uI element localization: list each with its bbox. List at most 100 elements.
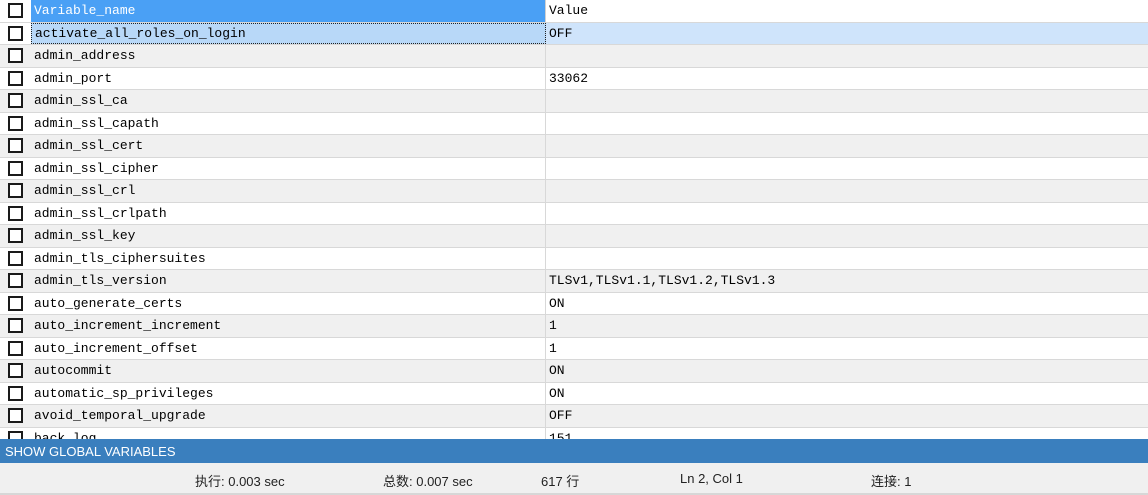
variable-value-cell[interactable]: ON bbox=[546, 360, 1148, 382]
variable-name-cell[interactable]: admin_ssl_cert bbox=[31, 135, 546, 157]
row-checkbox[interactable] bbox=[8, 273, 23, 289]
row-checkbox-cell[interactable] bbox=[0, 315, 31, 337]
row-checkbox[interactable] bbox=[8, 25, 23, 41]
row-checkbox[interactable] bbox=[8, 93, 23, 109]
row-checkbox-cell[interactable] bbox=[0, 360, 31, 382]
variable-name-cell[interactable]: admin_ssl_crl bbox=[31, 180, 546, 202]
row-checkbox[interactable] bbox=[8, 408, 23, 424]
row-checkbox-cell[interactable] bbox=[0, 158, 31, 180]
variable-value-cell[interactable]: 151 bbox=[546, 428, 1148, 439]
row-checkbox[interactable] bbox=[8, 160, 23, 176]
variable-value-cell[interactable]: 1 bbox=[546, 338, 1148, 360]
row-checkbox[interactable] bbox=[8, 115, 23, 131]
row-checkbox-cell[interactable] bbox=[0, 90, 31, 112]
row-checkbox-cell[interactable] bbox=[0, 383, 31, 405]
table-row[interactable]: avoid_temporal_upgrade OFF bbox=[0, 405, 1148, 428]
variable-value-cell[interactable]: ON bbox=[546, 383, 1148, 405]
row-checkbox[interactable] bbox=[8, 385, 23, 401]
row-checkbox-cell[interactable] bbox=[0, 113, 31, 135]
table-row[interactable]: admin_address bbox=[0, 45, 1148, 68]
row-checkbox[interactable] bbox=[8, 318, 23, 334]
table-row[interactable]: admin_ssl_crlpath bbox=[0, 202, 1148, 225]
variable-name-cell[interactable]: autocommit bbox=[31, 360, 546, 382]
column-header-value[interactable]: Value bbox=[546, 0, 1148, 22]
variable-name-cell[interactable]: activate_all_roles_on_login bbox=[31, 22, 546, 44]
table-row[interactable]: auto_generate_certs ON bbox=[0, 292, 1148, 315]
row-checkbox-cell[interactable] bbox=[0, 135, 31, 157]
row-checkbox[interactable] bbox=[8, 48, 23, 64]
variable-name-cell[interactable]: automatic_sp_privileges bbox=[31, 382, 546, 404]
variable-value-cell[interactable]: ON bbox=[546, 293, 1148, 315]
variable-name-cell[interactable]: admin_port bbox=[31, 67, 546, 89]
variable-value-cell[interactable] bbox=[546, 90, 1148, 112]
variable-name-cell[interactable]: auto_increment_offset bbox=[31, 337, 546, 359]
table-row[interactable]: auto_increment_offset 1 bbox=[0, 337, 1148, 360]
row-checkbox-cell[interactable] bbox=[0, 225, 31, 247]
row-checkbox[interactable] bbox=[8, 430, 23, 439]
row-checkbox[interactable] bbox=[8, 363, 23, 379]
row-checkbox-cell[interactable] bbox=[0, 68, 31, 90]
row-checkbox-cell[interactable] bbox=[0, 405, 31, 427]
table-row[interactable]: autocommit ON bbox=[0, 360, 1148, 383]
row-checkbox-cell[interactable] bbox=[0, 203, 31, 225]
row-checkbox[interactable] bbox=[8, 295, 23, 311]
table-row[interactable]: auto_increment_increment 1 bbox=[0, 315, 1148, 338]
row-checkbox[interactable] bbox=[8, 228, 23, 244]
variable-value-cell[interactable]: TLSv1,TLSv1.1,TLSv1.2,TLSv1.3 bbox=[546, 270, 1148, 292]
variable-name-cell[interactable]: auto_increment_increment bbox=[31, 315, 546, 337]
variable-value-cell[interactable] bbox=[546, 135, 1148, 157]
table-row[interactable]: admin_ssl_ca bbox=[0, 90, 1148, 113]
variable-name-cell[interactable]: admin_ssl_crlpath bbox=[31, 202, 546, 224]
select-all-checkbox-cell[interactable] bbox=[0, 0, 31, 22]
variable-value-cell[interactable]: 1 bbox=[546, 315, 1148, 337]
variable-value-cell[interactable]: OFF bbox=[546, 405, 1148, 427]
table-row[interactable]: admin_ssl_crl bbox=[0, 180, 1148, 203]
table-row[interactable]: automatic_sp_privileges ON bbox=[0, 382, 1148, 405]
variable-name-cell[interactable]: admin_ssl_capath bbox=[31, 112, 546, 134]
table-row[interactable]: admin_tls_version TLSv1,TLSv1.1,TLSv1.2,T… bbox=[0, 270, 1148, 293]
variable-value-cell[interactable]: OFF bbox=[546, 22, 1148, 44]
table-row[interactable]: admin_tls_ciphersuites bbox=[0, 247, 1148, 270]
variable-name-cell[interactable]: auto_generate_certs bbox=[31, 292, 546, 314]
row-checkbox-cell[interactable] bbox=[0, 428, 31, 439]
row-checkbox-cell[interactable] bbox=[0, 338, 31, 360]
variable-value-cell[interactable] bbox=[546, 113, 1148, 135]
table-row[interactable]: admin_port 33062 bbox=[0, 67, 1148, 90]
variable-value-cell[interactable] bbox=[546, 158, 1148, 180]
row-checkbox[interactable] bbox=[8, 138, 23, 154]
table-row[interactable]: admin_ssl_key bbox=[0, 225, 1148, 248]
column-header-variable-name[interactable]: Variable_name bbox=[31, 0, 546, 22]
row-checkbox-cell[interactable] bbox=[0, 270, 31, 292]
table-row[interactable]: admin_ssl_capath bbox=[0, 112, 1148, 135]
variable-name-cell[interactable]: back_log bbox=[31, 427, 546, 439]
row-checkbox-cell[interactable] bbox=[0, 180, 31, 202]
row-checkbox[interactable] bbox=[8, 205, 23, 221]
row-checkbox-cell[interactable] bbox=[0, 45, 31, 67]
row-checkbox-cell[interactable] bbox=[0, 293, 31, 315]
variable-value-cell[interactable] bbox=[546, 248, 1148, 270]
variable-name-cell[interactable]: admin_ssl_key bbox=[31, 225, 546, 247]
variable-value-cell[interactable] bbox=[546, 225, 1148, 247]
table-row[interactable]: admin_ssl_cert bbox=[0, 135, 1148, 158]
variable-name-cell[interactable]: avoid_temporal_upgrade bbox=[31, 405, 546, 427]
variable-name-cell[interactable]: admin_tls_ciphersuites bbox=[31, 247, 546, 269]
table-row[interactable]: back_log 151 bbox=[0, 427, 1148, 439]
table-row[interactable]: activate_all_roles_on_login OFF bbox=[0, 22, 1148, 45]
select-all-checkbox[interactable] bbox=[8, 3, 23, 19]
variable-name-cell[interactable]: admin_ssl_cipher bbox=[31, 157, 546, 179]
row-checkbox[interactable] bbox=[8, 340, 23, 356]
variable-value-cell[interactable] bbox=[546, 203, 1148, 225]
variable-name-cell[interactable]: admin_tls_version bbox=[31, 270, 546, 292]
row-checkbox[interactable] bbox=[8, 70, 23, 86]
variable-value-cell[interactable] bbox=[546, 45, 1148, 67]
results-grid[interactable]: Variable_name Value activate_all_roles_o… bbox=[0, 0, 1148, 439]
variable-value-cell[interactable] bbox=[546, 180, 1148, 202]
variable-name-cell[interactable]: admin_ssl_ca bbox=[31, 90, 546, 112]
row-checkbox[interactable] bbox=[8, 250, 23, 266]
table-row[interactable]: admin_ssl_cipher bbox=[0, 157, 1148, 180]
variable-value-cell[interactable]: 33062 bbox=[546, 68, 1148, 90]
row-checkbox-cell[interactable] bbox=[0, 23, 31, 45]
variable-name-cell[interactable]: admin_address bbox=[31, 45, 546, 67]
row-checkbox-cell[interactable] bbox=[0, 248, 31, 270]
row-checkbox[interactable] bbox=[8, 183, 23, 199]
